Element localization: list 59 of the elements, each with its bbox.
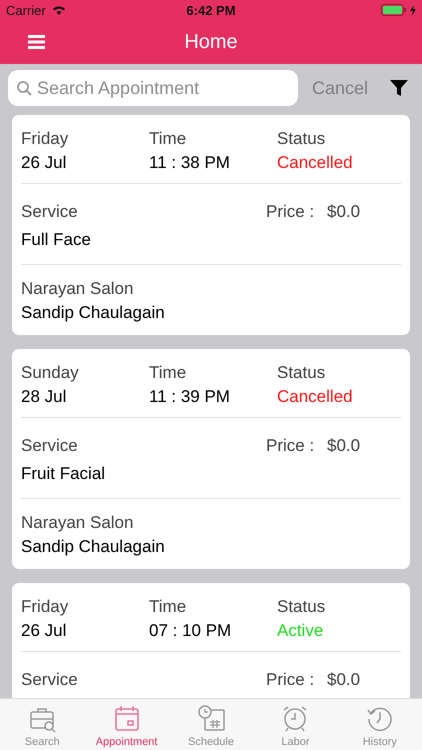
search-field[interactable]: Search Appointment <box>8 70 298 106</box>
time-label: Time <box>149 128 188 150</box>
carrier-label: Carrier <box>6 2 46 18</box>
cancel-button[interactable]: Cancel <box>308 78 372 98</box>
search-icon <box>17 81 32 96</box>
tab-item[interactable]: Appointment <box>84 699 169 750</box>
appointment-card[interactable]: Friday Time Status 26 Jul 07 : 10 PM Active Service Price : $0.0 <box>12 583 410 698</box>
date-value: 26 Jul <box>21 620 68 642</box>
service-value: Full Face <box>21 229 92 251</box>
price-label: Price : <box>266 669 316 691</box>
tab-label: Appointment <box>96 736 158 748</box>
time-value: 11 : 38 PM <box>149 152 231 174</box>
tab-item[interactable]: History <box>338 699 422 750</box>
calendar-clock-icon <box>197 704 226 734</box>
day-label: Friday <box>21 596 70 618</box>
tab-item[interactable]: Labor <box>253 699 338 750</box>
filter-icon[interactable] <box>390 79 408 97</box>
status-label: Status <box>277 596 326 618</box>
clock-time: 6:42 PM <box>186 2 236 18</box>
client-name: Sandip Chaulagain <box>21 302 166 324</box>
salon-name: Narayan Salon <box>21 278 134 300</box>
menu-icon[interactable] <box>28 35 45 49</box>
status-value: Cancelled <box>277 152 354 174</box>
price-value: $0.0 <box>327 669 362 691</box>
appointment-card[interactable]: Sunday Time Status 28 Jul 11 : 39 PM Cancelled Service Price : $0.0 Fruit Facial Narayan Salon Sandip Chaulagain <box>12 349 410 569</box>
service-label: Service <box>21 201 79 223</box>
tab-item[interactable]: Schedule <box>168 699 254 750</box>
status-label: Status <box>277 362 326 384</box>
salon-name: Narayan Salon <box>21 512 134 534</box>
time-value: 07 : 10 PM <box>149 620 232 642</box>
tab-label: Labor <box>281 736 310 748</box>
tab-label: History <box>362 736 397 748</box>
calendar-icon <box>112 704 141 734</box>
price-value: $0.0 <box>327 201 362 223</box>
tab-label: Schedule <box>188 736 234 748</box>
battery-icon <box>381 4 407 16</box>
day-label: Sunday <box>21 362 80 384</box>
screen-title: Home <box>184 30 238 54</box>
price-label: Price : <box>266 201 316 223</box>
tab-item[interactable]: Search <box>0 699 84 750</box>
status-label: Status <box>277 128 326 150</box>
date-value: 26 Jul <box>21 152 68 174</box>
charging-icon <box>410 4 416 16</box>
status-value: Cancelled <box>277 386 354 408</box>
time-label: Time <box>149 596 188 618</box>
client-name: Sandip Chaulagain <box>21 536 166 558</box>
day-label: Friday <box>21 128 70 150</box>
price-label: Price : <box>266 435 316 457</box>
service-label: Service <box>21 435 79 457</box>
tab-label: Search <box>24 736 60 748</box>
date-value: 28 Jul <box>21 386 68 408</box>
wifi-icon <box>52 5 66 15</box>
status-value: Active <box>277 620 324 642</box>
service-label: Service <box>21 669 79 691</box>
time-label: Time <box>149 362 188 384</box>
price-value: $0.0 <box>327 435 362 457</box>
service-value: Fruit Facial <box>21 463 106 485</box>
appointment-card[interactable]: Friday Time Status 26 Jul 11 : 38 PM Cancelled Service Price : $0.0 Full Face Narayan Salon Sandip Chaulagain <box>12 115 410 335</box>
time-value: 11 : 39 PM <box>149 386 231 408</box>
